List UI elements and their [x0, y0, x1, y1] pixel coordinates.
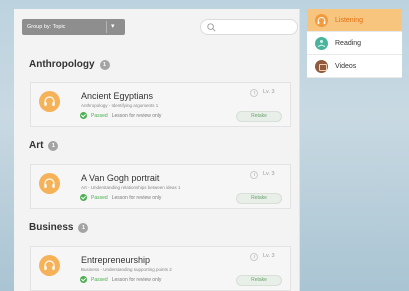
- menu-item-reading[interactable]: Reading: [307, 32, 402, 55]
- section-header-business: Business 1: [29, 222, 89, 233]
- group-by-label: Group by: Topic: [27, 24, 66, 30]
- lesson-title[interactable]: Entrepreneurship: [81, 255, 150, 265]
- skill-menu: Listening Reading Videos: [307, 9, 402, 78]
- menu-item-listening[interactable]: Listening: [307, 9, 402, 32]
- video-icon: [315, 59, 328, 73]
- clock-icon: [250, 171, 258, 179]
- lesson-status: Passed Lesson for review only: [80, 112, 161, 119]
- lesson-title[interactable]: Ancient Egyptians: [81, 91, 153, 101]
- check-icon: [80, 112, 87, 119]
- headphones-icon: [44, 96, 55, 106]
- lesson-subtitle: Anthropology - Identifying arguments 1: [81, 103, 159, 108]
- section-header-anthropology: Anthropology 1: [29, 59, 110, 70]
- search-icon: [207, 23, 216, 32]
- check-icon: [80, 276, 87, 283]
- chevron-down-icon[interactable]: ▾: [111, 22, 115, 30]
- status-text: Passed: [91, 112, 108, 119]
- section-title: Anthropology: [29, 59, 95, 70]
- section-title: Art: [29, 140, 44, 151]
- select-divider: [106, 21, 107, 33]
- status-note: Lesson for review only: [111, 194, 162, 201]
- section-count-badge: 1: [48, 140, 59, 151]
- lesson-subtitle: Art - Understanding relationships betwee…: [81, 185, 181, 190]
- headphones-icon: [315, 13, 328, 27]
- lesson-subtitle: Business - Understanding supporting poin…: [81, 267, 172, 272]
- lesson-level: Lv. 3: [263, 171, 275, 177]
- lesson-level: Lv. 3: [263, 89, 275, 95]
- lesson-avatar: [39, 173, 60, 194]
- group-by-select[interactable]: Group by: Topic ▾: [22, 19, 125, 35]
- lesson-card[interactable]: Ancient Egyptians Anthropology - Identif…: [30, 82, 291, 127]
- check-icon: [80, 194, 87, 201]
- headphones-icon: [44, 260, 55, 270]
- toolbar: Group by: Topic ▾: [22, 19, 299, 35]
- lesson-title[interactable]: A Van Gogh portrait: [81, 173, 159, 183]
- menu-item-videos[interactable]: Videos: [307, 55, 402, 78]
- menu-item-label: Listening: [335, 16, 364, 24]
- lesson-avatar: [39, 255, 60, 276]
- status-note: Lesson for review only: [111, 112, 162, 119]
- status-note: Lesson for review only: [111, 276, 162, 283]
- section-count-badge: 1: [78, 222, 89, 233]
- retake-button[interactable]: Retake: [236, 193, 282, 204]
- section-count-badge: 1: [99, 59, 110, 70]
- lesson-level: Lv. 3: [263, 253, 275, 259]
- status-text: Passed: [91, 276, 108, 283]
- lesson-list-panel: Group by: Topic ▾ Anthropology 1 Ancient…: [14, 9, 300, 291]
- section-header-art: Art 1: [29, 140, 59, 151]
- clock-icon: [250, 89, 258, 97]
- search-input[interactable]: [200, 19, 298, 35]
- section-title: Business: [29, 222, 74, 233]
- retake-button[interactable]: Retake: [236, 275, 282, 286]
- reading-icon: [315, 36, 328, 50]
- menu-item-label: Videos: [335, 62, 357, 70]
- clock-icon: [250, 253, 258, 261]
- headphones-icon: [44, 178, 55, 188]
- lesson-avatar: [39, 91, 60, 112]
- status-text: Passed: [91, 194, 108, 201]
- lesson-card[interactable]: A Van Gogh portrait Art - Understanding …: [30, 164, 291, 209]
- lesson-status: Passed Lesson for review only: [80, 194, 161, 201]
- menu-item-label: Reading: [335, 39, 362, 47]
- lesson-card[interactable]: Entrepreneurship Business - Understandin…: [30, 246, 291, 291]
- retake-button[interactable]: Retake: [236, 111, 282, 122]
- lesson-status: Passed Lesson for review only: [80, 276, 161, 283]
